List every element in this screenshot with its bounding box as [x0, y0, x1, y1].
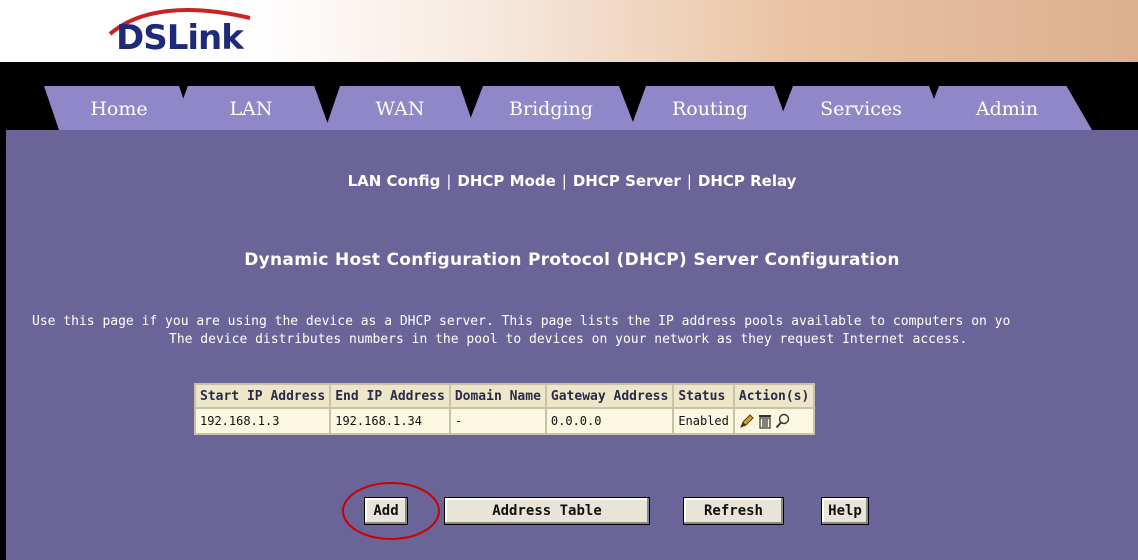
add-button[interactable]: Add — [364, 497, 408, 525]
tab-wan[interactable]: WAN — [325, 86, 475, 130]
edit-pencil-icon[interactable] — [739, 413, 755, 429]
cell-actions — [732, 407, 816, 435]
page-title: Dynamic Host Configuration Protocol (DHC… — [244, 250, 900, 270]
logo-text: DSLink — [116, 18, 244, 58]
subnav-dhcp-relay[interactable]: DHCP Relay — [698, 172, 797, 190]
subnav-lan-config[interactable]: LAN Config — [348, 172, 441, 190]
description-line-1: Use this page if you are using the devic… — [32, 314, 1011, 329]
main-tabs: Home LAN WAN Bridging Routing Services A… — [0, 86, 1138, 130]
tab-lan[interactable]: LAN — [172, 86, 330, 130]
column-header-gateway: Gateway Address — [544, 383, 675, 409]
tab-home[interactable]: Home — [44, 86, 194, 130]
cell-end-ip: 192.168.1.34 — [329, 407, 451, 435]
column-header-end-ip: End IP Address — [329, 383, 451, 409]
tab-services[interactable]: Services — [776, 86, 946, 130]
column-header-status: Status — [672, 383, 735, 409]
dslink-logo: DSLink — [100, 6, 260, 62]
delete-trash-icon[interactable] — [757, 413, 773, 429]
table-row: 192.168.1.3 192.168.1.34 - 0.0.0.0 Enabl… — [193, 407, 816, 435]
lan-subnav: LAN Config | DHCP Mode | DHCP Server | DHCP Re… — [6, 172, 1138, 190]
cell-start-ip: 192.168.1.3 — [193, 407, 332, 435]
table-header-row: Start IP Address End IP Address Domain N… — [193, 383, 816, 409]
tab-admin[interactable]: Admin — [922, 86, 1092, 130]
subnav-dhcp-server[interactable]: DHCP Server — [573, 172, 681, 190]
column-header-domain-name: Domain Name — [448, 383, 547, 409]
help-button[interactable]: Help — [821, 497, 869, 525]
content-panel: LAN Config | DHCP Mode | DHCP Server | DHCP Re… — [6, 130, 1138, 560]
cell-status: Enabled — [672, 407, 735, 435]
column-header-actions: Action(s) — [732, 383, 816, 409]
header-bar: DSLink — [0, 0, 1138, 62]
dhcp-pool-table: Start IP Address End IP Address Domain N… — [193, 383, 816, 435]
column-header-start-ip: Start IP Address — [193, 383, 332, 409]
address-table-button[interactable]: Address Table — [444, 497, 650, 525]
tab-routing[interactable]: Routing — [630, 86, 790, 130]
cell-gateway: 0.0.0.0 — [544, 407, 675, 435]
refresh-button[interactable]: Refresh — [683, 497, 784, 525]
cell-domain-name: - — [448, 407, 547, 435]
subnav-separator: | — [446, 172, 452, 190]
subnav-separator: | — [686, 172, 692, 190]
description-line-2: The device distributes numbers in the po… — [169, 332, 968, 347]
tab-bridging[interactable]: Bridging — [466, 86, 636, 130]
subnav-separator: | — [561, 172, 567, 190]
subnav-dhcp-mode[interactable]: DHCP Mode — [457, 172, 555, 190]
view-magnifier-icon[interactable] — [775, 413, 791, 429]
